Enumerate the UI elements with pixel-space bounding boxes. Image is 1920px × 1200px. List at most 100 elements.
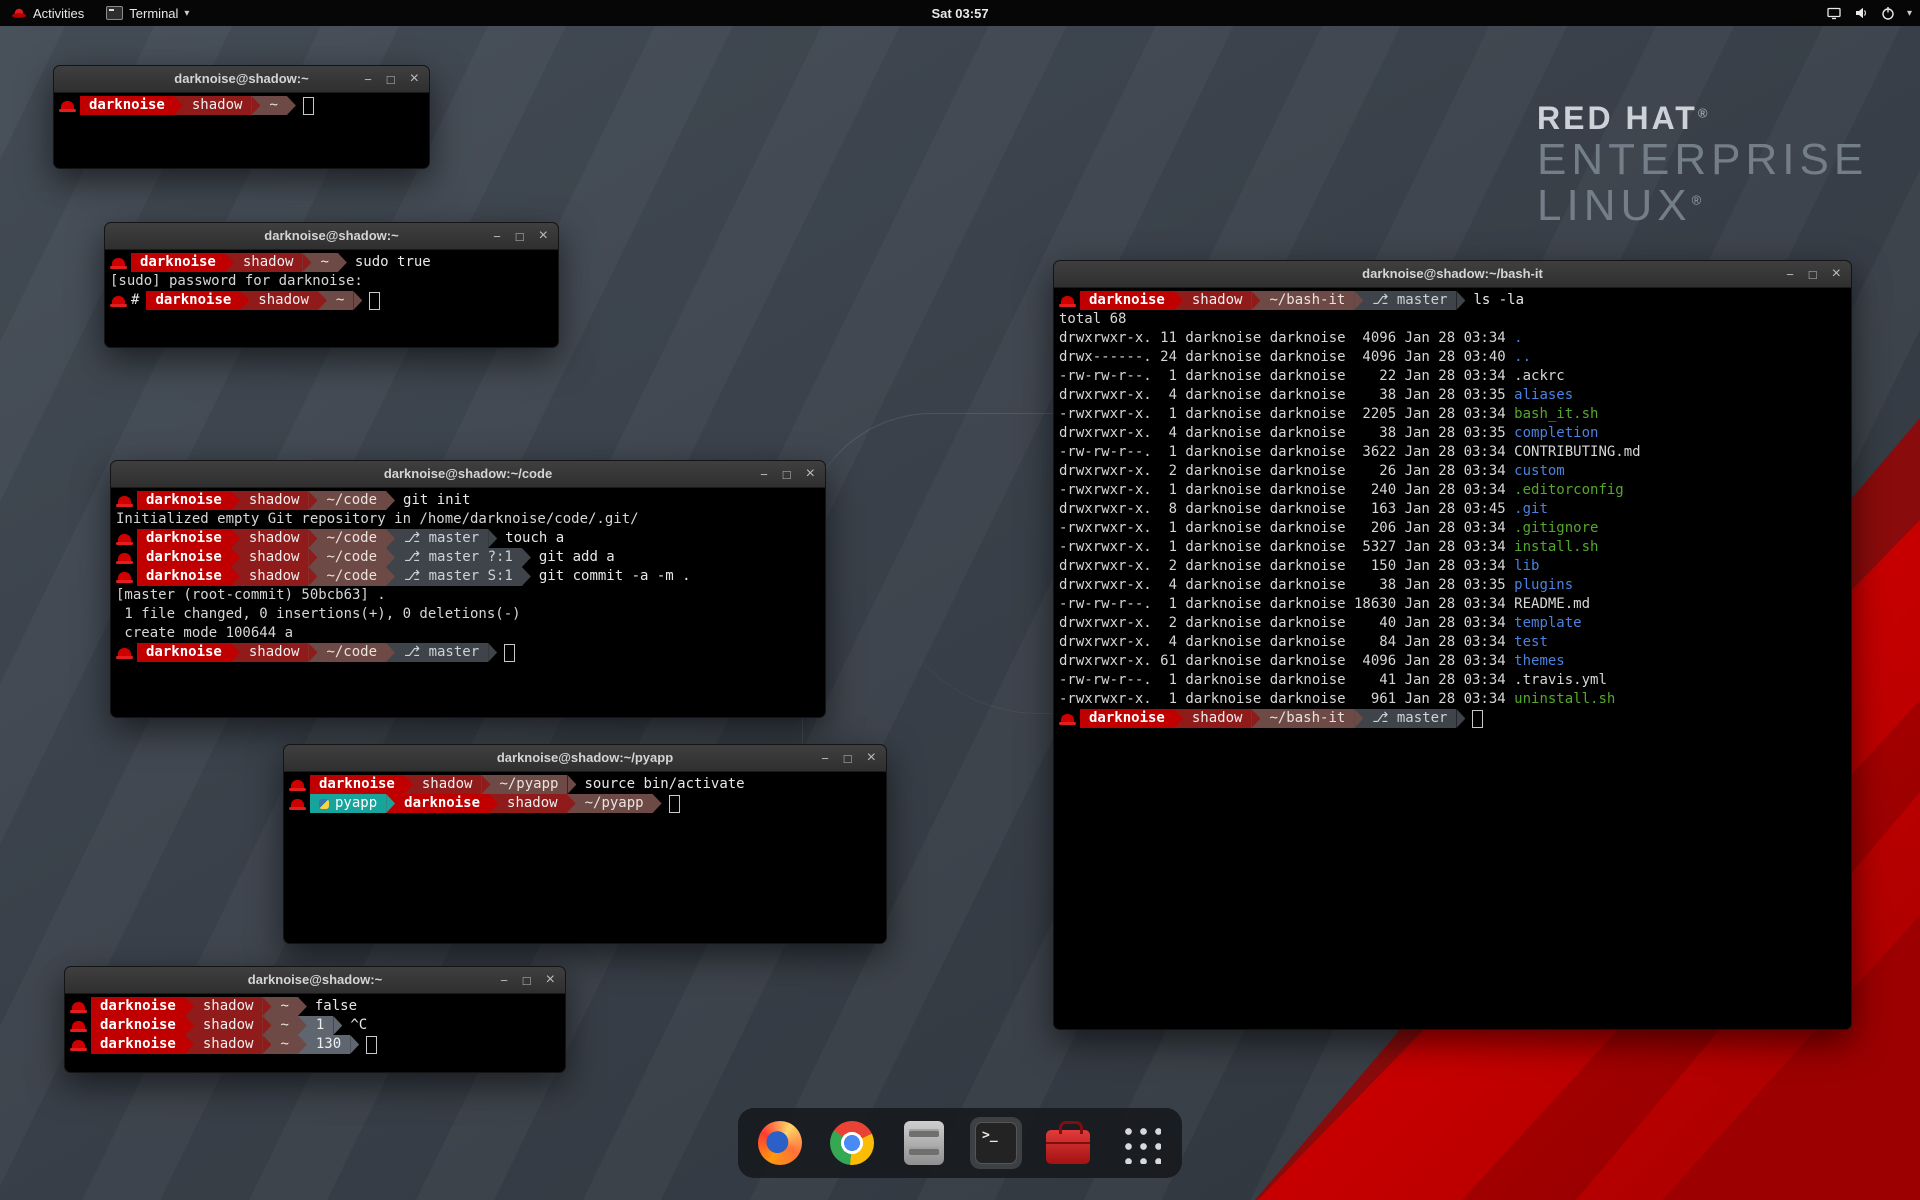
- redhat-prompt-icon: [118, 553, 131, 563]
- window-titlebar[interactable]: darknoise@shadow:~/code − □ ×: [111, 461, 825, 488]
- window-titlebar[interactable]: darknoise@shadow:~ − □ ×: [105, 223, 558, 250]
- powerline-arrow-shape: [1456, 291, 1465, 310]
- powerline-arrow: [1174, 291, 1183, 310]
- terminal-cursor: [369, 292, 380, 310]
- red-toolbox-icon[interactable]: [1042, 1117, 1094, 1169]
- powerline-arrow-shape: [386, 643, 395, 662]
- close-button[interactable]: ×: [539, 228, 548, 244]
- terminal-window[interactable]: darknoise@shadow:~ − □ × darknoiseshadow…: [53, 65, 430, 169]
- terminal-content[interactable]: darknoiseshadow~falsedarknoiseshadow~1^C…: [65, 994, 565, 1073]
- terminal-line: drwxrwxr-x. 61 darknoise darknoise 4096 …: [1059, 652, 1846, 671]
- terminal-window[interactable]: darknoise@shadow:~/code − □ × darknoises…: [110, 460, 826, 718]
- terminal-window[interactable]: darknoise@shadow:~/pyapp − □ × darknoise…: [283, 744, 887, 944]
- terminal-window[interactable]: darknoise@shadow:~/bash-it − □ × darknoi…: [1053, 260, 1852, 1030]
- terminal-line: darknoiseshadow~/pyappsource bin/activat…: [289, 775, 881, 794]
- powerline-arrow-shape: [308, 548, 317, 567]
- window-titlebar[interactable]: darknoise@shadow:~ − □ ×: [54, 66, 429, 93]
- brand-red-hat: RED HAT®: [1537, 100, 1868, 137]
- terminal-line: darknoiseshadow~/bash-it⎇ masterls -la: [1059, 291, 1846, 310]
- powerline-arrow: [302, 253, 311, 272]
- system-status-area[interactable]: ▾: [1826, 0, 1912, 26]
- redhat-prompt-icon: [72, 1002, 85, 1012]
- minimize-button[interactable]: −: [821, 752, 829, 765]
- terminal-line: -rwxrwxr-x. 1 darknoise darknoise 240 Ja…: [1059, 481, 1846, 500]
- powerline-arrow-shape: [1456, 709, 1465, 728]
- minimize-button[interactable]: −: [1786, 268, 1794, 281]
- prompt-segment-user: darknoise: [395, 794, 489, 813]
- powerline-arrow: [262, 997, 271, 1016]
- close-button[interactable]: ×: [867, 750, 876, 766]
- prompt-segment-exit: 1: [307, 1016, 333, 1035]
- terminal-text: .ackrc: [1514, 367, 1565, 386]
- firefox-icon[interactable]: [754, 1117, 806, 1169]
- maximize-button[interactable]: □: [387, 73, 395, 86]
- powerline-arrow-shape: [404, 775, 413, 794]
- powerline-arrow-shape: [318, 291, 327, 310]
- chrome-icon[interactable]: [826, 1117, 878, 1169]
- window-titlebar[interactable]: darknoise@shadow:~/bash-it − □ ×: [1054, 261, 1851, 288]
- window-title: darknoise@shadow:~: [264, 228, 398, 243]
- terminal-content[interactable]: darknoiseshadow~: [54, 93, 429, 169]
- terminal-window[interactable]: darknoise@shadow:~ − □ × darknoiseshadow…: [64, 966, 566, 1073]
- terminal-content[interactable]: darknoiseshadow~/codegit initInitialized…: [111, 488, 825, 718]
- prompt-segment-git: ⎇ master ?:1: [395, 548, 522, 567]
- terminal-line: darknoiseshadow~false: [70, 997, 560, 1016]
- minimize-button[interactable]: −: [364, 73, 372, 86]
- terminal-text: ..: [1514, 348, 1531, 367]
- terminal-cursor: [303, 97, 314, 115]
- prompt-segment-user: darknoise: [91, 1035, 185, 1054]
- maximize-button[interactable]: □: [844, 752, 852, 765]
- terminal-content[interactable]: darknoiseshadow~/bash-it⎇ masterls -lato…: [1054, 288, 1851, 1030]
- clock[interactable]: Sat 03:57: [931, 6, 988, 21]
- prompt-segment-user: darknoise: [91, 1016, 185, 1035]
- close-button[interactable]: ×: [1832, 266, 1841, 282]
- chevron-down-icon: ▾: [184, 8, 189, 19]
- terminal-text: -rwxrwxr-x. 1 darknoise darknoise 206 Ja…: [1059, 519, 1514, 538]
- minimize-button[interactable]: −: [760, 468, 768, 481]
- prompt-segment-path: ~/pyapp: [490, 775, 567, 794]
- prompt-segment-host: shadow: [240, 567, 309, 586]
- terminal-icon[interactable]: >_: [970, 1117, 1022, 1169]
- maximize-button[interactable]: □: [523, 974, 531, 987]
- powerline-arrow-shape: [488, 643, 497, 662]
- minimize-button[interactable]: −: [493, 230, 501, 243]
- prompt-segment-git: ⎇ master: [1363, 709, 1456, 728]
- app-menu[interactable]: Terminal ▾: [95, 0, 200, 26]
- minimize-button[interactable]: −: [500, 974, 508, 987]
- terminal-text: touch a: [497, 529, 564, 548]
- terminal-content[interactable]: darknoiseshadow~sudo true[sudo] password…: [105, 250, 558, 348]
- maximize-button[interactable]: □: [783, 468, 791, 481]
- activities-button[interactable]: Activities: [0, 0, 95, 26]
- window-titlebar[interactable]: darknoise@shadow:~ − □ ×: [65, 967, 565, 994]
- terminal-line: create mode 100644 a: [116, 624, 820, 643]
- close-button[interactable]: ×: [546, 972, 555, 988]
- files-icon[interactable]: [898, 1117, 950, 1169]
- terminal-window[interactable]: darknoise@shadow:~ − □ × darknoiseshadow…: [104, 222, 559, 348]
- powerline-arrow: [308, 491, 317, 510]
- powerline-arrow: [386, 529, 395, 548]
- powerline-arrow: [333, 1016, 342, 1035]
- powerline-arrow-shape: [262, 1016, 271, 1035]
- close-button[interactable]: ×: [806, 466, 815, 482]
- terminal-line: drwxrwxr-x. 2 darknoise darknoise 26 Jan…: [1059, 462, 1846, 481]
- registered-mark: ®: [1698, 105, 1711, 120]
- powerline-arrow: [522, 548, 531, 567]
- powerline-arrow-shape: [1354, 291, 1363, 310]
- terminal-line: drwxrwxr-x. 11 darknoise darknoise 4096 …: [1059, 329, 1846, 348]
- prompt-segment-path: ~/code: [317, 567, 386, 586]
- maximize-button[interactable]: □: [516, 230, 524, 243]
- powerline-arrow-shape: [1174, 709, 1183, 728]
- prompt-segment-host: shadow: [240, 491, 309, 510]
- top-bar: Activities Terminal ▾ Sat 03:57 ▾: [0, 0, 1920, 26]
- terminal-content[interactable]: darknoiseshadow~/pyappsource bin/activat…: [284, 772, 886, 944]
- powerline-arrow-shape: [185, 997, 194, 1016]
- maximize-button[interactable]: □: [1809, 268, 1817, 281]
- powerline-arrow-shape: [1174, 291, 1183, 310]
- terminal-text: -rwxrwxr-x. 1 darknoise darknoise 5327 J…: [1059, 538, 1514, 557]
- terminal-line: darknoiseshadow~/code⎇ master S:1git com…: [116, 567, 820, 586]
- show-applications-icon[interactable]: [1114, 1117, 1166, 1169]
- powerline-arrow-shape: [298, 1035, 307, 1054]
- close-button[interactable]: ×: [410, 71, 419, 87]
- prompt-segment-path: ~: [311, 253, 337, 272]
- window-titlebar[interactable]: darknoise@shadow:~/pyapp − □ ×: [284, 745, 886, 772]
